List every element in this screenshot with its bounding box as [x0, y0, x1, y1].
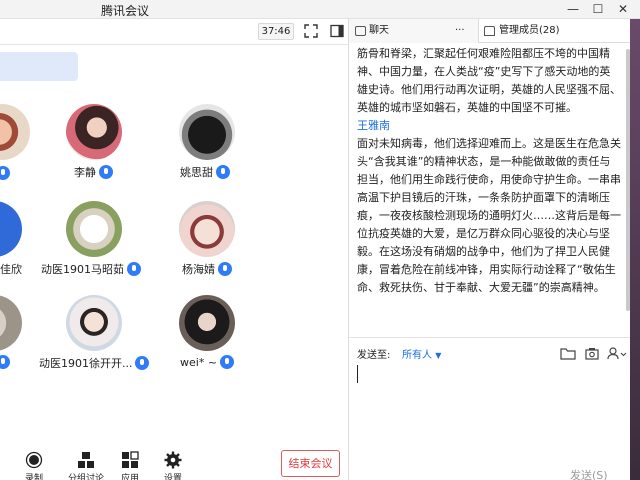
panel-tabs: 聊天 ··· 管理成员(28) — [349, 19, 640, 43]
avatar — [66, 104, 122, 160]
avatar — [66, 295, 122, 351]
message-line: 高温下护目镜后的汗珠，一条条防护面罩下的清晰压 — [357, 191, 610, 204]
members-icon — [484, 26, 495, 36]
folder-icon[interactable] — [560, 345, 576, 360]
recipient-select[interactable]: 所有人 ▼ — [402, 346, 441, 361]
message-list: 筋骨和脊梁，汇聚起任何艰难险阻都压不垮的中国精 神、中国力量，在人类战“疫”史写… — [357, 43, 627, 343]
record-icon — [25, 451, 43, 469]
message-input[interactable] — [357, 365, 358, 383]
participant-name: 姚思甜 — [180, 164, 230, 180]
record-button[interactable]: 录制 — [9, 451, 59, 480]
mic-icon — [0, 355, 10, 369]
window-title: 腾讯会议 — [100, 4, 149, 18]
mic-icon — [0, 166, 10, 180]
breakout-button[interactable]: 分组讨论 — [61, 451, 111, 480]
mic-icon — [99, 165, 113, 179]
chat-panel: 聊天 ··· 管理成员(28) 筋骨和脊梁，汇聚起任何艰难险阻都压不垮的中国精 … — [348, 19, 640, 480]
screenshot-icon[interactable] — [585, 345, 599, 360]
avatar — [179, 104, 235, 160]
tab-chat[interactable]: 聊天 ··· — [349, 19, 479, 43]
caret-down-icon: ▼ — [435, 351, 442, 360]
user-icon[interactable] — [607, 345, 627, 360]
avatar — [0, 104, 30, 160]
compose-divider — [349, 337, 640, 338]
mic-icon — [220, 355, 235, 369]
send-to-label: 发送至: — [357, 350, 391, 361]
title-bar: 腾讯会议 — ☐ ✕ — [0, 0, 640, 19]
send-button[interactable]: 发送(S) — [570, 467, 608, 480]
message-line: 神、中国力量，在人类战“疫”史写下了感天动地的英 — [357, 65, 611, 78]
meeting-area: 37:46 李静 姚思甜 佳欣 动医1901马昭茹 杨海婧 动医1901徐开开.… — [0, 19, 348, 480]
message-sender: 王雅南 — [357, 119, 390, 132]
participant-name: 佳欣 — [0, 263, 22, 276]
message-line: 英雄的城市坚如磐石，英雄的中国坚不可摧。 — [357, 101, 577, 114]
participant-name: 李静 — [74, 164, 113, 180]
participant-name: 动医1901马昭茹 — [41, 261, 141, 277]
meeting-timer: 37:46 — [258, 23, 294, 40]
avatar — [0, 295, 22, 351]
more-options-button[interactable]: ··· — [455, 19, 465, 43]
message-line: 位抗疫英雄的大爱，是亿万群众同心驱役的决心与坚 — [357, 227, 610, 240]
panel-toggle-icon[interactable] — [329, 23, 345, 39]
message-line: 头“含我其谁”的精神状态，是一种能做敢做的责任与 — [357, 155, 611, 168]
message-line: 命、救死扶伤、甘于奉献、大爱无疆”的崇高精神。 — [357, 281, 605, 294]
message-line: 筋骨和脊梁，汇聚起任何艰难险阻都压不垮的中国精 — [357, 47, 610, 60]
message-line: 雄史诗。他们用行动再次证明，英雄的人民坚强不屈、 — [357, 83, 621, 96]
gear-icon — [164, 451, 182, 469]
background-desktop-strip — [630, 19, 640, 480]
mic-icon — [216, 165, 230, 179]
breakout-icon — [77, 451, 95, 469]
participant-name: 杨海婧 — [182, 261, 232, 277]
header-divider — [0, 44, 348, 45]
mic-icon — [135, 356, 150, 370]
avatar — [66, 201, 122, 257]
message-line: 面对未知病毒，他们选择迎难而上。这是医生在危急关 — [357, 137, 621, 150]
end-meeting-button[interactable]: 结束会议 — [281, 450, 340, 477]
avatar — [179, 295, 235, 351]
participant-name: 动医1901徐开开... — [39, 355, 150, 371]
notice-banner — [0, 52, 78, 81]
avatar — [179, 201, 235, 257]
message-line: 康，冒着危险在前线冲锋，用实际行动诠释了“敬佑生 — [357, 263, 616, 276]
chat-icon — [355, 26, 366, 36]
fullscreen-icon[interactable] — [303, 23, 319, 39]
tab-members[interactable]: 管理成员(28) — [480, 19, 620, 43]
settings-button[interactable]: 设置 — [148, 451, 198, 480]
apps-icon — [121, 451, 139, 469]
close-button[interactable]: ✕ — [612, 0, 634, 18]
participant-name: wei* ~ — [180, 355, 235, 369]
mic-icon — [218, 262, 232, 276]
avatar — [0, 201, 22, 257]
message-line: 痕，一夜夜核酸检测现场的通明灯火……这背后是每一 — [357, 209, 621, 222]
mic-icon — [127, 262, 141, 276]
message-line: 毅。在这场没有硝烟的战争中，他们为了捍卫人民健 — [357, 245, 610, 258]
minimize-button[interactable]: — — [562, 0, 584, 18]
maximize-button[interactable]: ☐ — [587, 0, 609, 18]
message-line: 担当，他们用生命践行使命，用使命守护生命。一串串 — [357, 173, 621, 186]
